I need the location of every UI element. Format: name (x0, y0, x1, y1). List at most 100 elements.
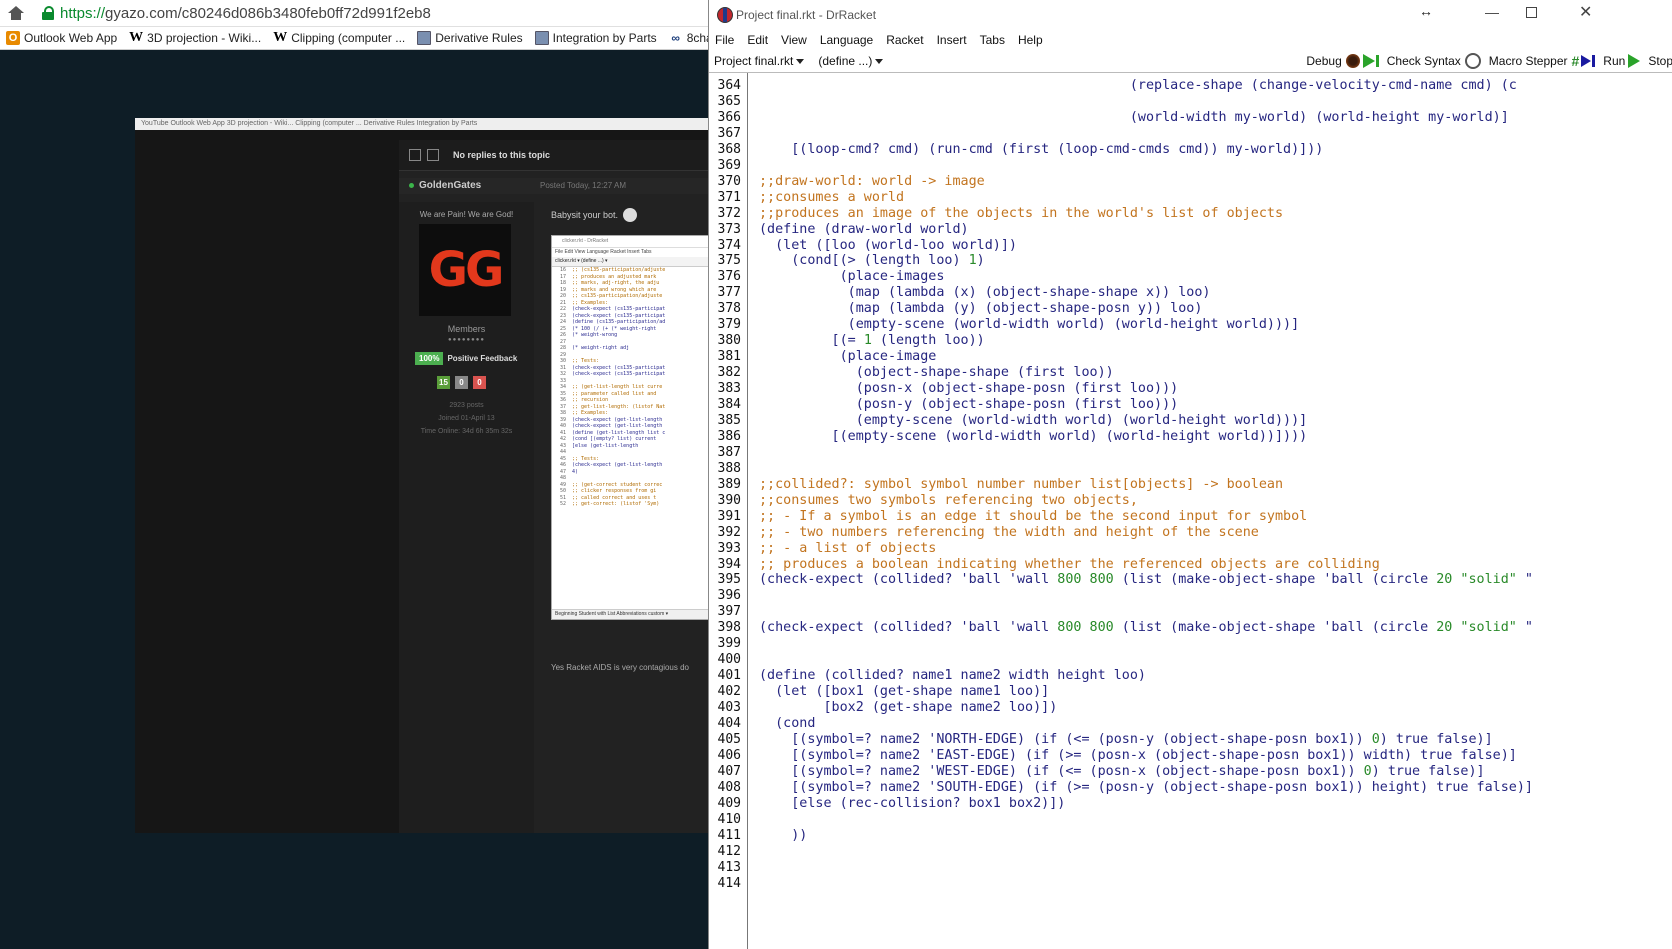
macro-stepper-button[interactable]: Macro Stepper # (1489, 53, 1596, 69)
minimize-button[interactable]: — (1485, 4, 1499, 20)
line-number: 412 (717, 843, 741, 859)
play-icon (1362, 54, 1375, 68)
bookmark-item[interactable]: ∞ 8chan, th (669, 31, 708, 45)
check-syntax-button[interactable]: Check Syntax (1387, 53, 1481, 69)
reply-text: Yes Racket AIDS is very contagious do (551, 663, 689, 672)
mini-status-bar: Beginning Student with List Abbreviation… (552, 609, 708, 619)
home-button[interactable] (0, 0, 30, 26)
line-number: 374 (717, 237, 741, 253)
menu-help[interactable]: Help (1018, 33, 1043, 47)
line-number: 402 (717, 684, 741, 700)
bookmark-item[interactable]: Derivative Rules (417, 31, 523, 45)
code-line: (posn-y (object-shape-posn (first loo))) (759, 397, 1179, 412)
code-line: (place-images (759, 269, 945, 285)
user-stats: 2923 posts Joined 01-April 13 Time Onlin… (399, 399, 534, 438)
stop-button[interactable]: Stop (1648, 54, 1672, 68)
line-number: 370 (717, 173, 741, 189)
post-text: Babysit your bot. (551, 210, 619, 220)
code-line: [(symbol=? name2 'NORTH-EDGE) (if (<= (p… (759, 731, 1493, 747)
close-button[interactable]: ✕ (1579, 2, 1592, 22)
member-rank-dots: ●●●●●●●● (448, 337, 485, 343)
page-icon (534, 31, 549, 45)
code-line: (object-shape-shape (first loo)) (759, 365, 1114, 381)
menu-racket[interactable]: Racket (886, 33, 923, 47)
code-area[interactable]: (replace-shape (change-velocity-cmd-name… (759, 73, 1672, 949)
line-number: 394 (717, 556, 741, 572)
code-comment-line: ;; - If a symbol is an edge it should be… (759, 508, 1308, 524)
mini-code-line: (cond [(empty? list) current (572, 436, 657, 442)
post-header: GoldenGates Posted Today, 12:27 AM (399, 178, 708, 194)
line-number: 392 (717, 524, 741, 540)
mini-code-line: ;; (get-list-length list curre (572, 384, 663, 390)
bookmark-item[interactable]: Integration by Parts (534, 31, 657, 45)
8chan-icon: ∞ (671, 31, 680, 45)
step-bar-icon (1592, 55, 1596, 67)
line-number: 381 (717, 349, 741, 365)
maximize-button[interactable] (1526, 7, 1537, 18)
debug-label: Debug (1306, 54, 1342, 68)
line-number: 385 (717, 412, 741, 428)
line-number: 396 (717, 588, 741, 604)
run-button[interactable]: Run (1603, 54, 1641, 68)
code-line: [box2 (get-shape name2 loo)]) (759, 700, 1058, 716)
run-icon (1628, 54, 1641, 68)
debug-button[interactable]: Debug (1306, 54, 1379, 68)
code-line: [(empty-scene (world-width world) (world… (759, 428, 1308, 444)
bookmark-item[interactable]: W 3D projection - Wiki... (129, 30, 262, 45)
menu-tabs[interactable]: Tabs (980, 33, 1005, 47)
list-icon (427, 149, 439, 161)
menu-edit[interactable]: Edit (747, 33, 768, 47)
bug-icon (1345, 54, 1360, 68)
line-number: 376 (717, 269, 741, 285)
define-selector[interactable]: (define ...) (818, 54, 884, 68)
emoji-icon (623, 208, 637, 222)
code-line: (let ([loo (world-loo world)]) (759, 237, 1017, 253)
hash-icon: # (1571, 53, 1580, 69)
code-line: (map (lambda (x) (object-shape-shape x))… (759, 285, 1211, 301)
wikipedia-icon: W (129, 30, 144, 45)
chevron-down-icon (796, 58, 805, 64)
window-title: Project final.rkt - DrRacket (736, 8, 877, 22)
code-comment-line: ;;produces an image of the objects in th… (759, 205, 1284, 221)
menu-insert[interactable]: Insert (937, 33, 967, 47)
code-line: )) (759, 827, 808, 843)
outlook-icon: O (6, 31, 20, 45)
page-icon (417, 31, 432, 45)
bookmark-label: 3D projection - Wiki... (147, 31, 262, 45)
code-line: [(loop-cmd? cmd) (run-cmd (first (loop-c… (759, 141, 1324, 157)
menu-view[interactable]: View (781, 33, 807, 47)
definitions-editor[interactable]: 364 365 366 367 368 369 370 371 372 373 374 375 376 3… (709, 73, 1672, 949)
bookmark-item[interactable]: W Clipping (computer ... (273, 30, 405, 45)
line-number: 409 (717, 795, 741, 811)
post-body: Babysit your bot. clicker.rkt - DrRacket… (541, 202, 708, 802)
toolbar: Project final.rkt (define ...) Debug Che… (709, 50, 1672, 73)
line-number-gutter: 364 365 366 367 368 369 370 371 372 373 374 375 376 3… (709, 73, 748, 949)
line-number: 407 (717, 763, 741, 779)
post-username: GoldenGates (409, 180, 481, 191)
url-bar[interactable]: https://gyazo.com/c80246d086b3480feb0ff7… (60, 5, 431, 22)
menu-language[interactable]: Language (820, 33, 873, 47)
feedback-badge: 100% Positive Feedback (415, 352, 517, 365)
menu-icon (409, 149, 421, 161)
mini-code: ;; (cs135-participation/adjuste;; produc… (572, 267, 665, 508)
line-number: 397 (717, 604, 741, 620)
mini-line-numbers: 16 17 18 19 20 21 22 23 24 25 26 27 28 29 30 31 32 33 34 35… (554, 267, 566, 508)
join-date: Joined 01-April 13 (438, 415, 495, 422)
mini-code-line: (define (cs135-participation/ad (572, 319, 666, 325)
url-text: gyazo.com/c80246d086b3480feb0ff72d991f2e… (105, 4, 431, 22)
mini-code-line: (check-expect (cs135-participat (572, 371, 666, 377)
bookmark-label: Derivative Rules (435, 31, 523, 45)
define-selector-label: (define ...) (818, 54, 873, 68)
line-number: 401 (717, 668, 741, 684)
mini-menu: File Edit View Language Racket Insert Ta… (555, 249, 652, 255)
code-line: (cond (759, 716, 816, 731)
bookmark-item[interactable]: O Outlook Web App (6, 31, 117, 45)
line-number: 371 (717, 189, 741, 205)
menu-file[interactable]: File (715, 33, 734, 47)
file-selector[interactable]: Project final.rkt (714, 54, 805, 68)
line-number: 399 (717, 636, 741, 652)
code-line: (define (draw-world world) (759, 221, 969, 237)
line-number: 400 (717, 652, 741, 668)
code-line: (cond[(> (length loo) 1) (759, 253, 985, 269)
line-number: 403 (717, 700, 741, 716)
